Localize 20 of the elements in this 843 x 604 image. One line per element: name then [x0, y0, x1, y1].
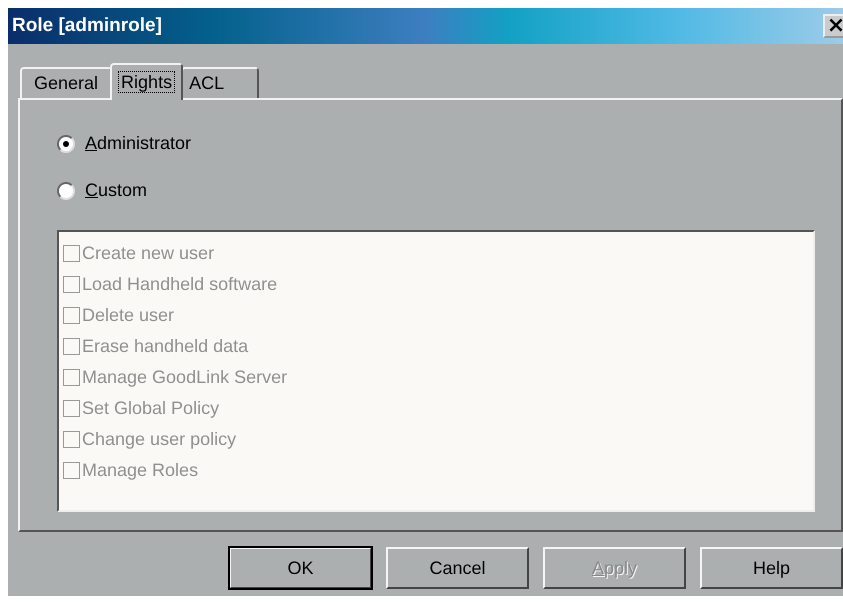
tab[interactable]: General [20, 67, 112, 98]
dialog-button[interactable]: Help [700, 547, 843, 589]
checkbox-label: Change user policy [82, 429, 236, 450]
checkbox-label: Load Handheld software [82, 274, 278, 295]
checkbox-label: Erase handheld data [82, 336, 248, 357]
radio-label[interactable]: Administrator [85, 133, 192, 154]
window-title: Role [adminrole] [12, 15, 162, 37]
checkbox-label: Manage Roles [82, 460, 198, 481]
tab[interactable]: Rights [110, 63, 184, 100]
checkbox-label: Manage GoodLink Server [82, 367, 288, 388]
close-button[interactable]: × [823, 14, 843, 38]
radio-button[interactable] [57, 134, 75, 152]
dialog-button[interactable]: OK [229, 547, 372, 589]
tab[interactable]: ACL [181, 67, 260, 98]
dialog-button[interactable]: Cancel [386, 547, 529, 589]
radio-label[interactable]: Custom [85, 180, 148, 201]
radio-button[interactable] [57, 182, 75, 200]
checkbox-label: Delete user [82, 305, 174, 326]
checkbox-label: Set Global Policy [82, 398, 220, 419]
checkbox-label: Create new user [82, 243, 214, 264]
